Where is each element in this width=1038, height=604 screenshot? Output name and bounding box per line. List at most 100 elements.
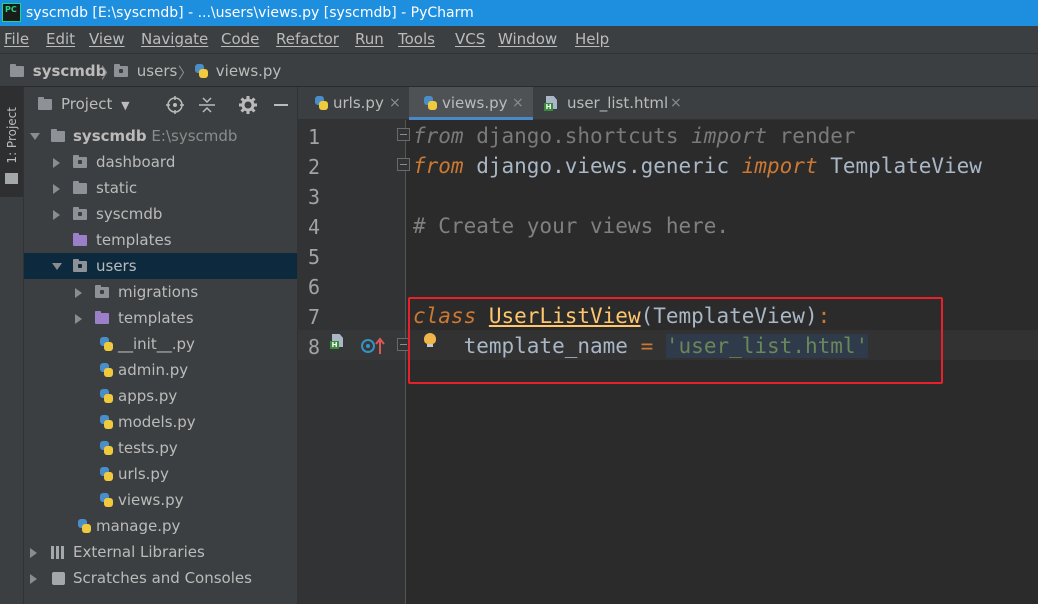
tree-item-views-py[interactable]: views.py [24, 487, 297, 513]
tree-item-users-templates[interactable]: templates [24, 305, 297, 331]
tab-user-list-html[interactable]: H user_list.html × [533, 87, 688, 120]
chevron-right-icon [30, 548, 37, 558]
menu-help[interactable]: Help [575, 30, 609, 48]
tree-item-admin-py[interactable]: admin.py [24, 357, 297, 383]
menu-run[interactable]: Run [355, 30, 384, 48]
tree-item-models-py[interactable]: models.py [24, 409, 297, 435]
folder-icon [5, 173, 18, 184]
tree-item-migrations[interactable]: migrations [24, 279, 297, 305]
menu-vcs[interactable]: VCS [455, 30, 485, 48]
tree-item-apps-py[interactable]: apps.py [24, 383, 297, 409]
project-tool-tab[interactable]: 1: Project [0, 87, 23, 197]
tree-item-external-libraries[interactable]: External Libraries [24, 539, 297, 565]
menu-tools[interactable]: Tools [398, 30, 435, 48]
menu-refactor[interactable]: Refactor [276, 30, 339, 48]
tree-item-manage-py[interactable]: manage.py [24, 513, 297, 539]
gear-icon[interactable] [239, 96, 257, 114]
chevron-right-icon [53, 184, 60, 194]
menu-view[interactable]: View [89, 30, 125, 48]
libraries-icon [51, 546, 65, 559]
line-number: 5 [307, 245, 320, 269]
title-bar: PC syscmdb [E:\syscmdb] - ...\users\view… [0, 0, 1038, 26]
folder-icon [73, 155, 87, 168]
tree-item-static[interactable]: static [24, 175, 297, 201]
chevron-right-icon [30, 574, 37, 584]
tool-window-strip: 1: Project [0, 87, 24, 604]
python-file-icon [99, 337, 113, 351]
python-file-icon [423, 96, 437, 110]
code-line-7: class UserListView(TemplateView): [413, 304, 831, 328]
python-file-icon [99, 441, 113, 455]
line-number: 2 [307, 155, 320, 179]
breadcrumb-views-py[interactable]: views.py [194, 62, 281, 80]
code-line-2: from django.views.generic import Templat… [413, 154, 982, 178]
menu-navigate[interactable]: Navigate [141, 30, 208, 48]
line-number: 6 [307, 275, 320, 299]
chevron-right-icon [75, 314, 82, 324]
line-number: 1 [307, 125, 320, 149]
chevron-down-icon: ▼ [121, 99, 130, 112]
close-tab-icon[interactable]: × [670, 87, 682, 120]
tree-item-scratches[interactable]: Scratches and Consoles [24, 565, 297, 591]
html-file-icon: H [544, 96, 558, 111]
gutter-divider [405, 120, 406, 604]
breadcrumb-separator: 〉 [178, 64, 194, 82]
breadcrumb-users[interactable]: users [114, 62, 177, 80]
python-file-icon [314, 96, 328, 110]
python-file-icon [99, 389, 113, 403]
pycharm-logo-icon: PC [2, 3, 21, 22]
breadcrumb-project[interactable]: syscmdb [10, 62, 106, 80]
related-template-icon[interactable]: H [330, 334, 344, 349]
fold-marker-icon[interactable] [397, 128, 410, 141]
collapse-all-icon[interactable] [198, 96, 216, 114]
chevron-right-icon [75, 288, 82, 298]
fold-marker-icon[interactable] [397, 338, 410, 351]
project-folder-icon [38, 95, 52, 113]
line-number: 7 [307, 305, 320, 329]
lightbulb-icon[interactable] [424, 333, 436, 347]
target-icon[interactable] [166, 96, 184, 114]
tree-root-syscmdb[interactable]: syscmdb E:\syscmdb [24, 123, 297, 149]
menu-file[interactable]: File [4, 30, 29, 48]
folder-icon [73, 259, 87, 272]
chevron-down-icon [30, 133, 40, 140]
override-icon[interactable] [360, 336, 386, 356]
tree-item-users[interactable]: users [24, 253, 297, 279]
line-number: 8 [307, 335, 320, 359]
tree-item-urls-py[interactable]: urls.py [24, 461, 297, 487]
menu-window[interactable]: Window [498, 30, 557, 48]
tree-item-tests-py[interactable]: tests.py [24, 435, 297, 461]
tree-item-templates[interactable]: templates [24, 227, 297, 253]
python-file-icon [99, 467, 113, 481]
minimize-icon[interactable] [272, 96, 290, 114]
menu-bar: File Edit View Navigate Code Refactor Ru… [0, 26, 1038, 53]
menu-code[interactable]: Code [221, 30, 259, 48]
tree-item-dashboard[interactable]: dashboard [24, 149, 297, 175]
project-panel-header: Project ▼ [24, 87, 298, 123]
folder-icon [114, 64, 128, 77]
fold-marker-icon[interactable] [397, 158, 410, 171]
chevron-right-icon [53, 158, 60, 168]
project-view-dropdown[interactable]: Project ▼ [61, 95, 130, 113]
tab-views-py[interactable]: views.py × [409, 87, 533, 120]
project-tool-tab-label: 1: Project [5, 107, 19, 164]
code-line-4: # Create your views here. [413, 214, 730, 238]
tree-item-syscmdb[interactable]: syscmdb [24, 201, 297, 227]
close-tab-icon[interactable]: × [512, 87, 524, 120]
line-number: 4 [307, 215, 320, 239]
python-file-icon [99, 493, 113, 507]
folder-icon [10, 64, 24, 77]
tree-item-init-py[interactable]: __init__.py [24, 331, 297, 357]
chevron-right-icon [53, 210, 60, 220]
tab-urls-py[interactable]: urls.py × [298, 87, 409, 120]
code-line-8: template_name = 'user_list.html' [463, 334, 869, 358]
window-title: syscmdb [E:\syscmdb] - ...\users\views.p… [26, 5, 474, 21]
templates-folder-icon [73, 233, 87, 246]
breadcrumb: syscmdb 〉 users 〉 views.py [0, 53, 1038, 87]
menu-edit[interactable]: Edit [46, 30, 75, 48]
folder-icon [51, 129, 65, 142]
close-tab-icon[interactable]: × [389, 87, 401, 120]
code-editor[interactable]: 1 2 3 4 5 6 7 8 H from django.shortcuts … [298, 120, 1038, 604]
line-number: 3 [307, 185, 320, 209]
chevron-down-icon [52, 263, 62, 270]
